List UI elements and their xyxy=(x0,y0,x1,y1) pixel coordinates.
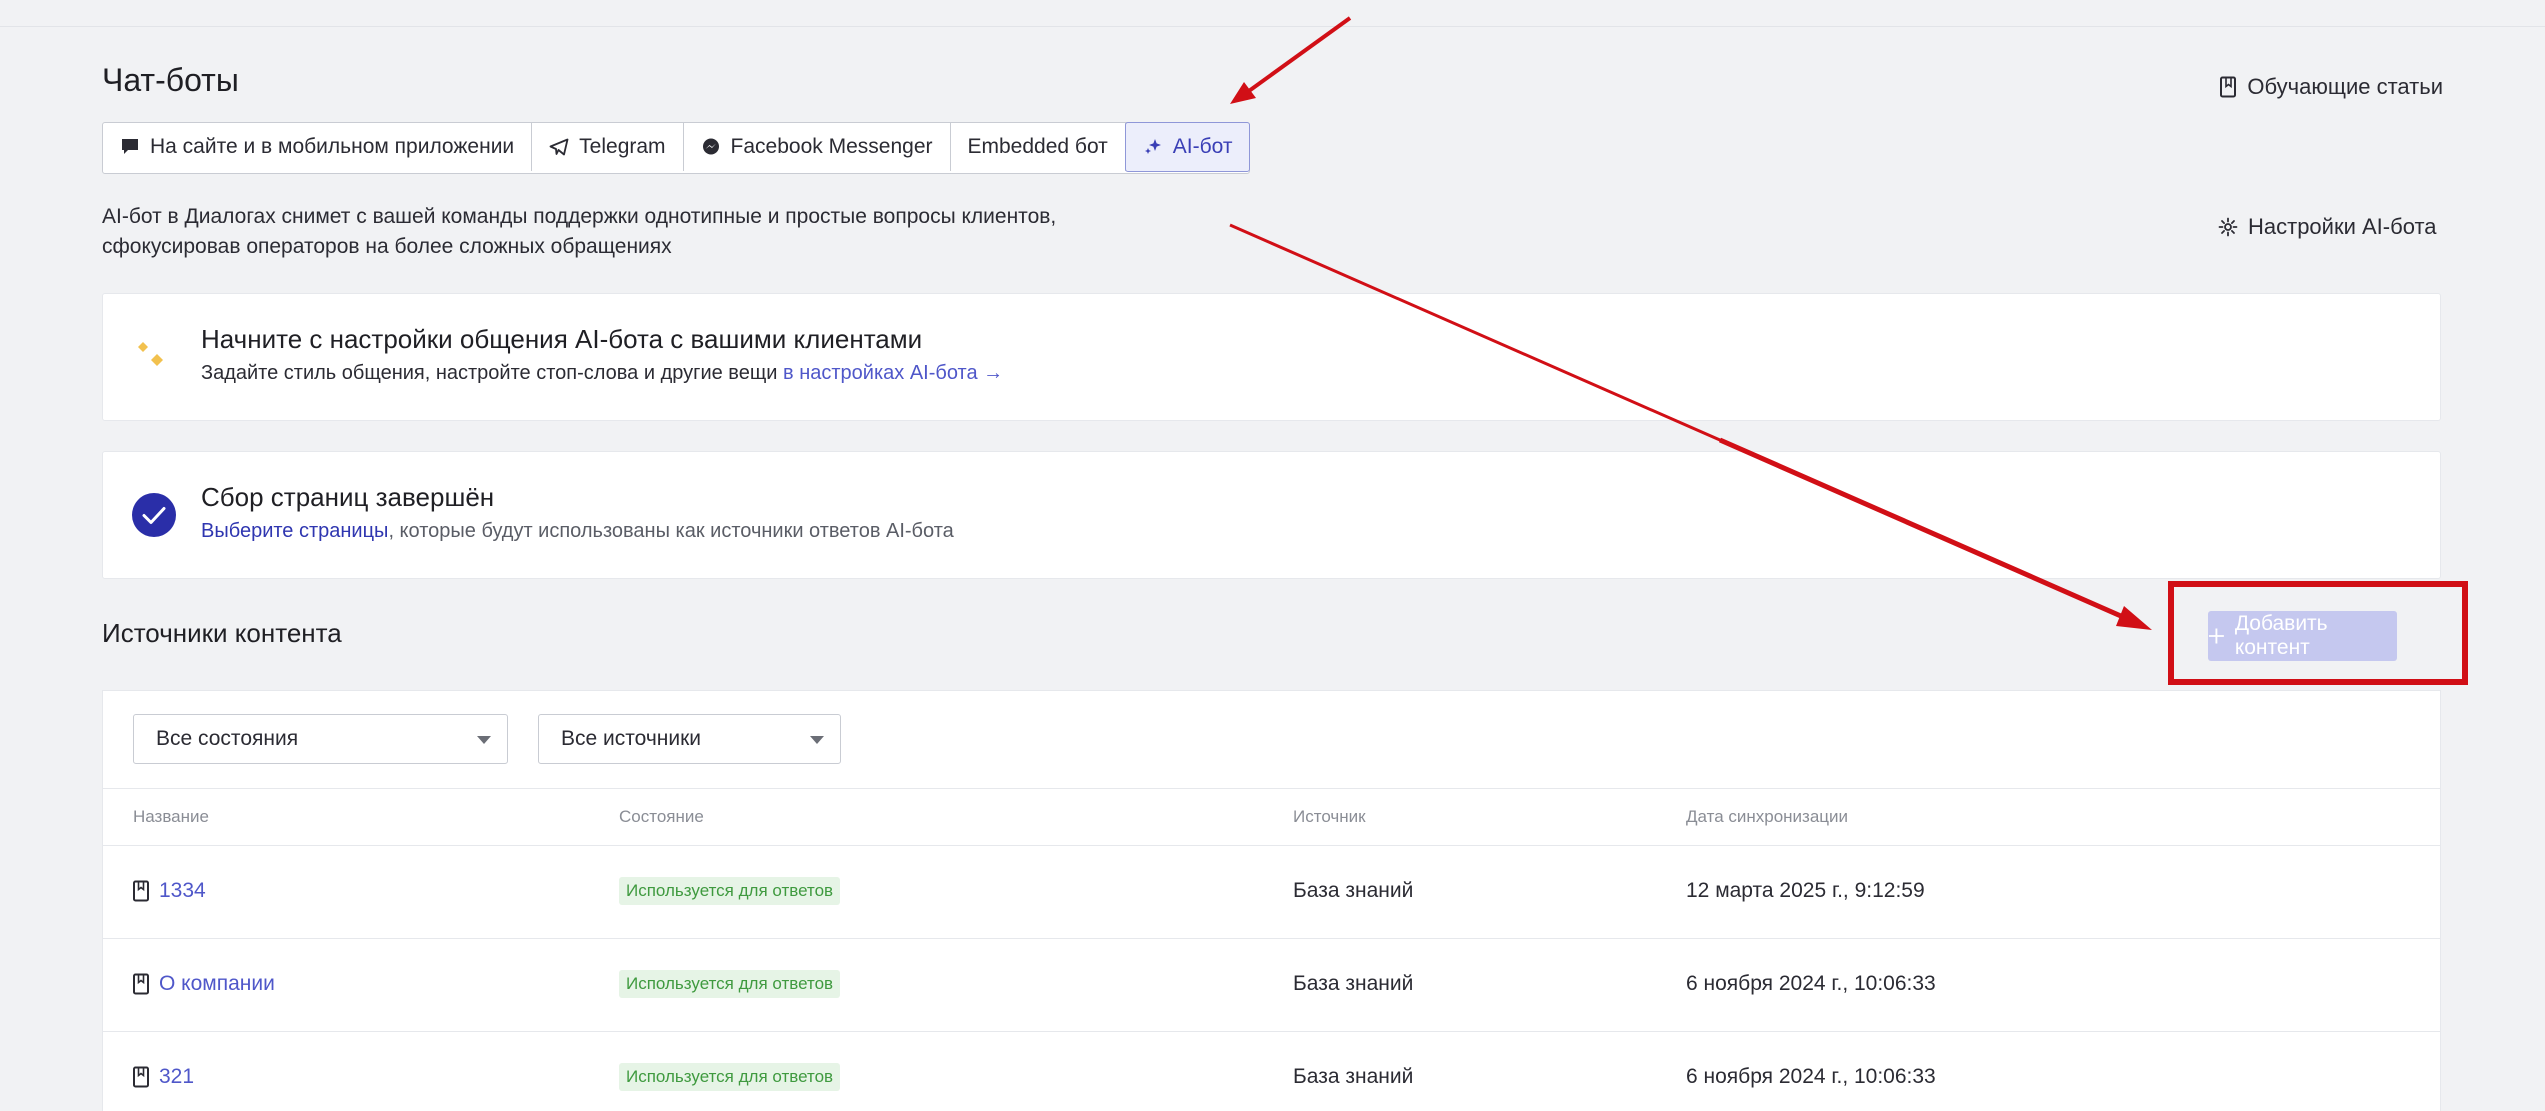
top-divider xyxy=(0,26,2545,27)
content-sources-title: Источники контента xyxy=(102,618,342,648)
annotation-arrowhead xyxy=(1230,82,1256,104)
row-name-link[interactable]: 1334 xyxy=(159,879,206,903)
row-name-link[interactable]: 321 xyxy=(159,1065,194,1089)
sparkles-icon xyxy=(1144,139,1161,154)
add-content-label: Добавить контент xyxy=(2234,612,2328,659)
setup-card-description: Задайте стиль общения, настройте стоп-сл… xyxy=(201,362,784,384)
setup-card: Начните с настройки общения AI-бота с ва… xyxy=(102,293,2441,421)
setup-card-title: Начните с настройки общения AI-бота с ва… xyxy=(201,324,923,354)
tutorials-label: Обучающие статьи xyxy=(2247,74,2443,99)
page-title: Чат-боты xyxy=(102,62,239,98)
book-icon xyxy=(2220,76,2237,98)
table-row: 1334 Используется для ответов База знани… xyxy=(103,846,2440,939)
gear-icon xyxy=(2218,217,2238,237)
source-filter-select[interactable]: Все источники xyxy=(538,714,841,764)
status-badge: Используется для ответов xyxy=(619,970,841,998)
chevron-down-icon xyxy=(810,736,824,744)
row-name-cell: 1334 xyxy=(133,879,206,903)
column-status: Состояние xyxy=(619,807,704,826)
document-icon xyxy=(133,880,149,902)
settings-label: Настройки AI-бота xyxy=(2248,214,2437,239)
add-content-button[interactable]: Добавить контент xyxy=(2208,611,2397,661)
select-pages-link[interactable]: Выберите страницы xyxy=(201,520,388,542)
collection-card-title: Сбор страниц завершён xyxy=(201,482,495,512)
ai-settings-link[interactable]: в настройках AI-бота → xyxy=(783,362,1003,384)
tab-website[interactable]: На сайте и в мобильном приложении xyxy=(103,123,533,171)
row-name-cell: О компании xyxy=(133,972,275,996)
collection-card: Сбор страниц завершён Выберите страницы,… xyxy=(102,451,2441,579)
row-source: База знаний xyxy=(1293,1065,1414,1088)
state-filter-select[interactable]: Все состояния xyxy=(133,714,508,764)
sparkle-diamonds-icon xyxy=(138,342,163,366)
table-row: О компании Используется для ответов База… xyxy=(103,939,2440,1032)
chat-bubble-icon xyxy=(122,139,138,154)
row-sync-date: 6 ноября 2024 г., 10:06:33 xyxy=(1686,1065,1936,1088)
table-header: Название Состояние Источник Дата синхрон… xyxy=(103,788,2440,846)
description-line-1: AI-бот в Диалогах снимет с вашей команды… xyxy=(102,205,1057,228)
tab-label: AI-бот xyxy=(1172,135,1233,158)
row-source: База знаний xyxy=(1293,879,1414,902)
column-source: Источник xyxy=(1293,807,1366,826)
column-sync-date: Дата синхронизации xyxy=(1686,807,1849,826)
collection-card-description: , которые будут использованы как источни… xyxy=(388,520,954,542)
ai-bot-settings-link[interactable]: Настройки AI-бота xyxy=(2218,214,2437,240)
collection-card-text: Выберите страницы, которые будут использ… xyxy=(201,520,954,543)
tab-embedded-bot[interactable]: Embedded бот xyxy=(951,123,1126,171)
status-badge: Используется для ответов xyxy=(619,877,841,905)
description-line-2: сфокусировав операторов на более сложных… xyxy=(102,235,672,258)
tutorials-link[interactable]: Обучающие статьи xyxy=(2219,74,2443,100)
table-row: 321 Используется для ответов База знаний… xyxy=(103,1032,2440,1111)
telegram-icon xyxy=(549,138,569,156)
tab-label: Telegram xyxy=(579,135,666,158)
tab-telegram[interactable]: Telegram xyxy=(532,123,684,171)
check-circle-icon xyxy=(132,493,176,537)
tab-label: Embedded бот xyxy=(967,135,1108,158)
state-filter-value: Все состояния xyxy=(156,727,299,750)
row-sync-date: 6 ноября 2024 г., 10:06:33 xyxy=(1686,972,1936,995)
row-sync-date: 12 марта 2025 г., 9:12:59 xyxy=(1686,879,1925,902)
row-name-link[interactable]: О компании xyxy=(159,972,275,996)
channel-tabs: На сайте и в мобильном приложении Telegr… xyxy=(102,122,1251,174)
tab-facebook-messenger[interactable]: Facebook Messenger xyxy=(684,123,951,171)
tab-label: Facebook Messenger xyxy=(730,135,933,158)
setup-card-text: Задайте стиль общения, настройте стоп-сл… xyxy=(201,362,1003,385)
tab-label: На сайте и в мобильном приложении xyxy=(150,135,515,158)
row-source: База знаний xyxy=(1293,972,1414,995)
document-icon xyxy=(133,973,149,995)
row-name-cell: 321 xyxy=(133,1065,194,1089)
annotation-arrowhead xyxy=(2116,606,2152,630)
messenger-icon xyxy=(702,138,719,155)
content-table: Все состояния Все источники Название Сос… xyxy=(102,690,2441,1111)
column-name: Название xyxy=(133,807,209,826)
status-badge: Используется для ответов xyxy=(619,1063,841,1091)
annotation-arrow-to-ai-tab xyxy=(1240,16,1352,98)
chevron-down-icon xyxy=(477,736,491,744)
ai-bot-description: AI-бот в Диалогах снимет с вашей команды… xyxy=(102,202,1202,262)
tab-ai-bot[interactable]: AI-бот xyxy=(1124,122,1251,172)
plus-icon xyxy=(2208,628,2224,644)
source-filter-value: Все источники xyxy=(561,727,702,750)
document-icon xyxy=(133,1066,149,1088)
